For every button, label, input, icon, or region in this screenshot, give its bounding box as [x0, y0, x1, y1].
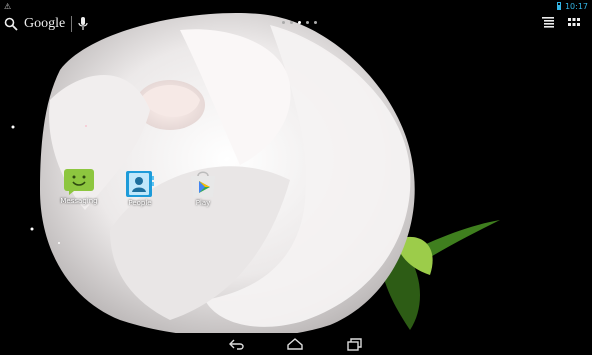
app-label[interactable]: People: [128, 199, 151, 207]
messaging-icon[interactable]: [63, 168, 95, 196]
widgets-list-icon[interactable]: [542, 16, 554, 28]
navigation-bar: [0, 333, 592, 355]
app-messaging[interactable]: Messaging: [49, 168, 109, 205]
home-icon[interactable]: [286, 337, 304, 351]
app-people[interactable]: People: [110, 170, 170, 207]
google-search-bar[interactable]: Google: [4, 14, 88, 34]
back-icon[interactable]: [228, 337, 246, 351]
app-label[interactable]: Messaging: [60, 197, 97, 205]
page-dot-active: [298, 21, 301, 24]
page-dot: [290, 21, 293, 24]
play-store-icon[interactable]: [188, 170, 218, 198]
search-icon[interactable]: [4, 17, 18, 31]
mic-icon[interactable]: [78, 17, 88, 31]
google-label[interactable]: Google: [24, 16, 65, 32]
search-divider: [71, 16, 73, 32]
top-right-icons: [542, 16, 580, 28]
app-play-store[interactable]: Play: [173, 170, 233, 207]
battery-icon: [556, 2, 561, 10]
app-label[interactable]: Play: [196, 199, 211, 207]
page-dot: [306, 21, 309, 24]
app-drawer-grid-icon[interactable]: [568, 16, 580, 28]
people-icon[interactable]: [125, 170, 155, 198]
warning-triangle-icon: ⚠: [4, 1, 12, 11]
page-dot: [282, 21, 285, 24]
recent-apps-icon[interactable]: [346, 337, 364, 351]
page-dot: [314, 21, 317, 24]
clock: 10:17: [564, 1, 588, 11]
status-bar: ⚠ 10:17: [0, 0, 592, 12]
page-indicator: [282, 21, 317, 24]
